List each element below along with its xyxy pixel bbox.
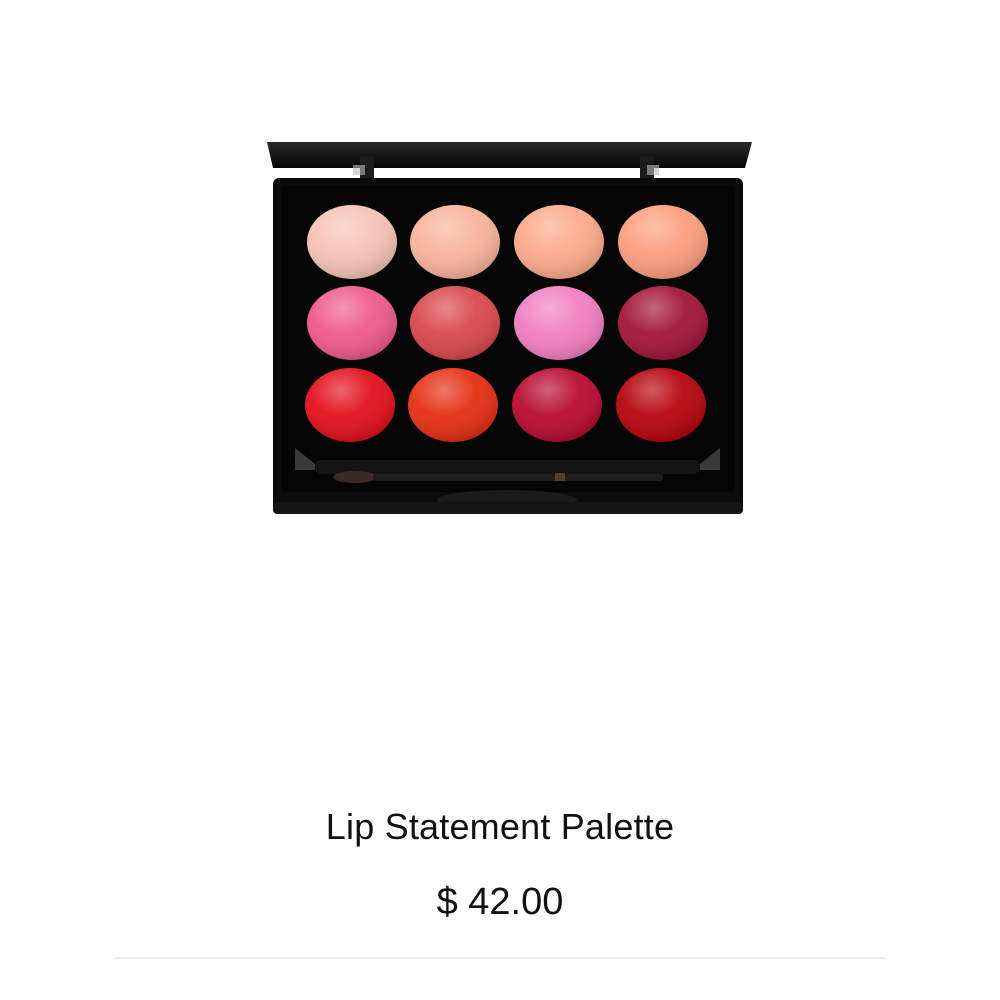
- brush-head: [333, 471, 377, 483]
- product-image-link[interactable]: [255, 130, 760, 530]
- lip-swatch-gloss: [616, 368, 706, 442]
- product-card: Lip Statement Palette $ 42.00: [0, 0, 1000, 1000]
- brush-tray: [315, 460, 700, 474]
- lip-swatch-gloss: [410, 286, 500, 360]
- lip-swatch-gloss: [514, 286, 604, 360]
- lip-swatch-gloss: [305, 368, 395, 442]
- product-title-link[interactable]: Lip Statement Palette: [0, 806, 1000, 848]
- lip-swatch-gloss: [618, 286, 708, 360]
- lip-swatch-gloss: [410, 205, 500, 279]
- palette-lid: [267, 142, 752, 168]
- lip-swatch-gloss: [618, 205, 708, 279]
- lip-swatch-gloss: [307, 286, 397, 360]
- brush-handle: [373, 474, 663, 481]
- product-price: $ 42.00: [436, 881, 564, 923]
- divider: [115, 957, 885, 959]
- lip-swatch-gloss: [512, 368, 602, 442]
- lip-swatch-gloss: [514, 205, 604, 279]
- lip-palette-image: [267, 142, 752, 514]
- lip-swatch-gloss: [307, 205, 397, 279]
- lip-swatch-gloss: [408, 368, 498, 442]
